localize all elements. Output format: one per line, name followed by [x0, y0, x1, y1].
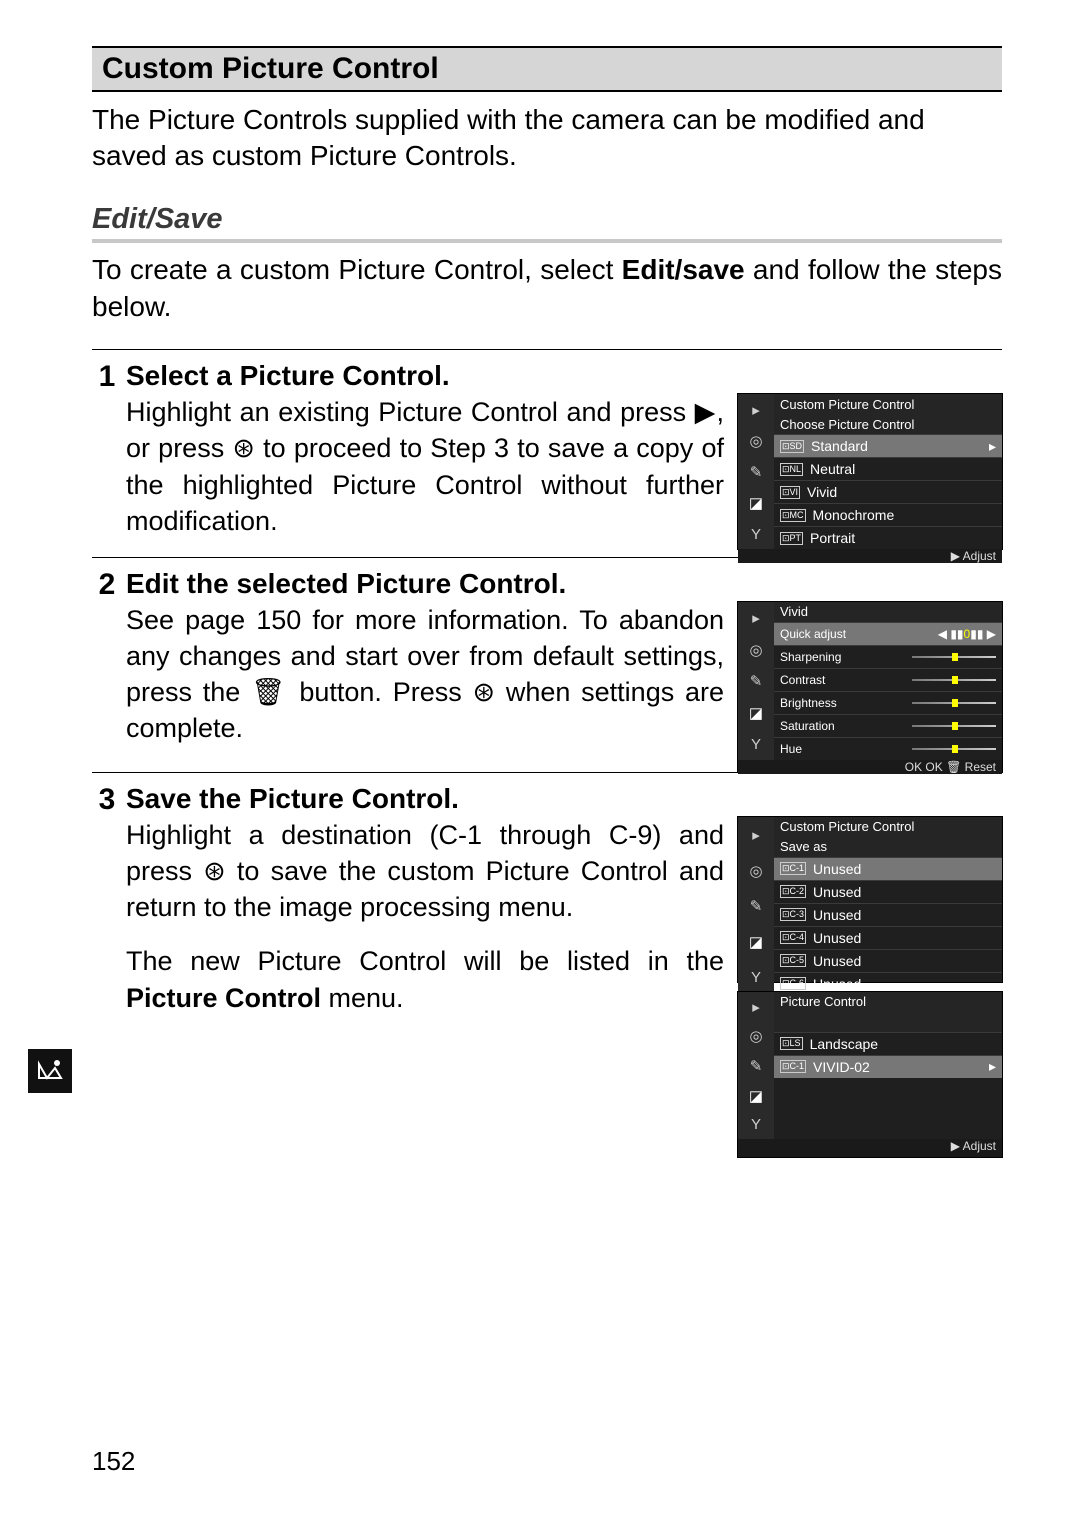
subsection-intro-pre: To create a custom Picture Control, sele… [92, 254, 622, 285]
shot-title: Vivid [774, 602, 1002, 622]
list-item-label: Portrait [810, 530, 855, 546]
step-1: 1 Select a Picture Control. Highlight an… [92, 349, 1002, 557]
shot-title: Picture Control [774, 992, 1002, 1012]
slider-row: Hue [774, 737, 1002, 760]
list-item-label: Unused [813, 884, 861, 900]
slider-row: Contrast [774, 668, 1002, 691]
tab-icon: ✎ [750, 1057, 763, 1075]
tab-icon: ◪ [749, 494, 763, 512]
slider-row: Sharpening [774, 645, 1002, 668]
final-bold: Picture Control [126, 983, 321, 1013]
tab-icon: ◪ [749, 704, 763, 722]
tab-icon: ▸ [752, 998, 760, 1016]
list-item: ⊡C-2Unused [774, 880, 1002, 903]
tab-icon: ✎ [750, 672, 763, 690]
list-item: ⊡C-4Unused [774, 926, 1002, 949]
menu-tab-icons: ▸ ◎ ✎ ◪ Y [738, 602, 774, 760]
tab-icon: ◎ [749, 1027, 762, 1045]
camera-screenshot-picture-control-list: ▸ ◎ ✎ ◪ Y Picture Control ⊡LSLandscape ⊡ [738, 992, 1002, 1157]
list-item-label: VIVID-02 [813, 1059, 870, 1075]
step-2: 2 Edit the selected Picture Control. See… [92, 557, 1002, 772]
slider-row: Quick adjust◀ ▮▮0▮▮ ▶ [774, 622, 1002, 645]
slider-label: Saturation [780, 719, 835, 733]
list-item-label: Landscape [810, 1036, 879, 1052]
step-paragraph: Highlight an existing Picture Control an… [126, 394, 724, 539]
list-item-label: Unused [813, 953, 861, 969]
list-item: ⊡C-3Unused [774, 903, 1002, 926]
list-item: ⊡C-5Unused [774, 949, 1002, 972]
list-item-label: Neutral [810, 461, 855, 477]
list-item: ⊡C-1VIVID-02▸ [774, 1055, 1002, 1078]
subsection-intro: To create a custom Picture Control, sele… [92, 251, 1002, 325]
subsection-intro-bold: Edit/save [622, 254, 745, 285]
tab-icon: ▸ [752, 401, 760, 419]
tab-icon: ✎ [750, 463, 763, 481]
slider-row: Brightness [774, 691, 1002, 714]
list-item-label: Monochrome [813, 507, 895, 523]
list-item: ⊡LSLandscape [774, 1032, 1002, 1055]
tab-icon: ◎ [749, 641, 762, 659]
list-item: ⊡VIVivid [774, 480, 1002, 503]
tab-icon: ▸ [752, 609, 760, 627]
slider-label: Contrast [780, 673, 825, 687]
shot-footer: ▶ Adjust [738, 549, 1002, 563]
tab-icon: ◪ [749, 1087, 763, 1105]
list-item-label: Unused [813, 861, 861, 877]
final-pre: The new Picture Control will be listed i… [126, 946, 724, 976]
tab-icon: Y [751, 736, 761, 753]
page-number: 152 [92, 1446, 135, 1477]
step-3: 3 Save the Picture Control. Highlight a … [92, 772, 1002, 1157]
section-heading: Custom Picture Control [92, 46, 1002, 92]
shot-footer: ▶ Adjust [738, 1139, 1002, 1157]
step-paragraph: Highlight a destination (C-1 through C-9… [126, 817, 724, 926]
list-item-label: Vivid [807, 484, 837, 500]
menu-tab-icons: ▸ ◎ ✎ ◪ Y [738, 394, 774, 549]
tab-icon: Y [751, 1116, 761, 1133]
tab-icon: ◪ [749, 933, 763, 951]
list-item: ⊡NLNeutral [774, 457, 1002, 480]
page-tab-icon [28, 1049, 72, 1093]
step-paragraph: See page 150 for more information. To ab… [126, 602, 724, 747]
tab-icon: Y [751, 526, 761, 543]
shot-title: Custom Picture Control [774, 817, 1002, 837]
slider-row: Saturation [774, 714, 1002, 737]
final-post: menu. [321, 983, 404, 1013]
tab-icon: ▸ [752, 826, 760, 844]
tab-icon: ◎ [749, 432, 762, 450]
tab-icon: Y [751, 969, 761, 986]
step-number: 1 [92, 360, 122, 557]
list-item: ⊡MCMonochrome [774, 503, 1002, 526]
section-intro: The Picture Controls supplied with the c… [92, 102, 1002, 175]
tab-icon: ✎ [750, 897, 763, 915]
step-title: Edit the selected Picture Control. [126, 568, 1002, 600]
list-item-label: Standard [811, 438, 868, 454]
slider-label: Hue [780, 742, 802, 756]
slider-label: Quick adjust [780, 627, 846, 641]
shot-subtitle [774, 1012, 1002, 1032]
list-item-label: Unused [813, 907, 861, 923]
shot-footer: OK OK 🗑 Reset [738, 760, 1002, 774]
shot-subtitle: Save as [774, 837, 1002, 857]
shot-title: Custom Picture Control [774, 394, 1002, 414]
shot-subtitle: Choose Picture Control [774, 414, 1002, 434]
step-number: 2 [92, 568, 122, 772]
tab-icon: ◎ [749, 862, 762, 880]
camera-screenshot-choose-picture-control: ▸ ◎ ✎ ◪ Y Custom Picture Control Choose … [738, 394, 1002, 549]
step-number: 3 [92, 783, 122, 1157]
camera-screenshot-save-as: ▸ ◎ ✎ ◪ Y Custom Picture Control Save as… [738, 817, 1002, 982]
list-item-label: Unused [813, 976, 861, 992]
menu-tab-icons: ▸ ◎ ✎ ◪ Y [738, 817, 774, 995]
list-item: ⊡SDStandard▸ [774, 434, 1002, 457]
step-title: Save the Picture Control. [126, 783, 1002, 815]
step-title: Select a Picture Control. [126, 360, 1002, 392]
menu-tab-icons: ▸ ◎ ✎ ◪ Y [738, 992, 774, 1139]
slider-label: Sharpening [780, 650, 841, 664]
camera-screenshot-edit-sliders: ▸ ◎ ✎ ◪ Y Vivid Quick adjust◀ ▮▮0▮▮ ▶ Sh… [738, 602, 1002, 772]
list-item: ⊡C-1Unused [774, 857, 1002, 880]
list-item-label: Unused [813, 930, 861, 946]
list-item: ⊡PTPortrait [774, 526, 1002, 549]
slider-label: Brightness [780, 696, 837, 710]
subsection-heading: Edit/Save [92, 203, 1002, 243]
final-paragraph: The new Picture Control will be listed i… [126, 943, 724, 1015]
